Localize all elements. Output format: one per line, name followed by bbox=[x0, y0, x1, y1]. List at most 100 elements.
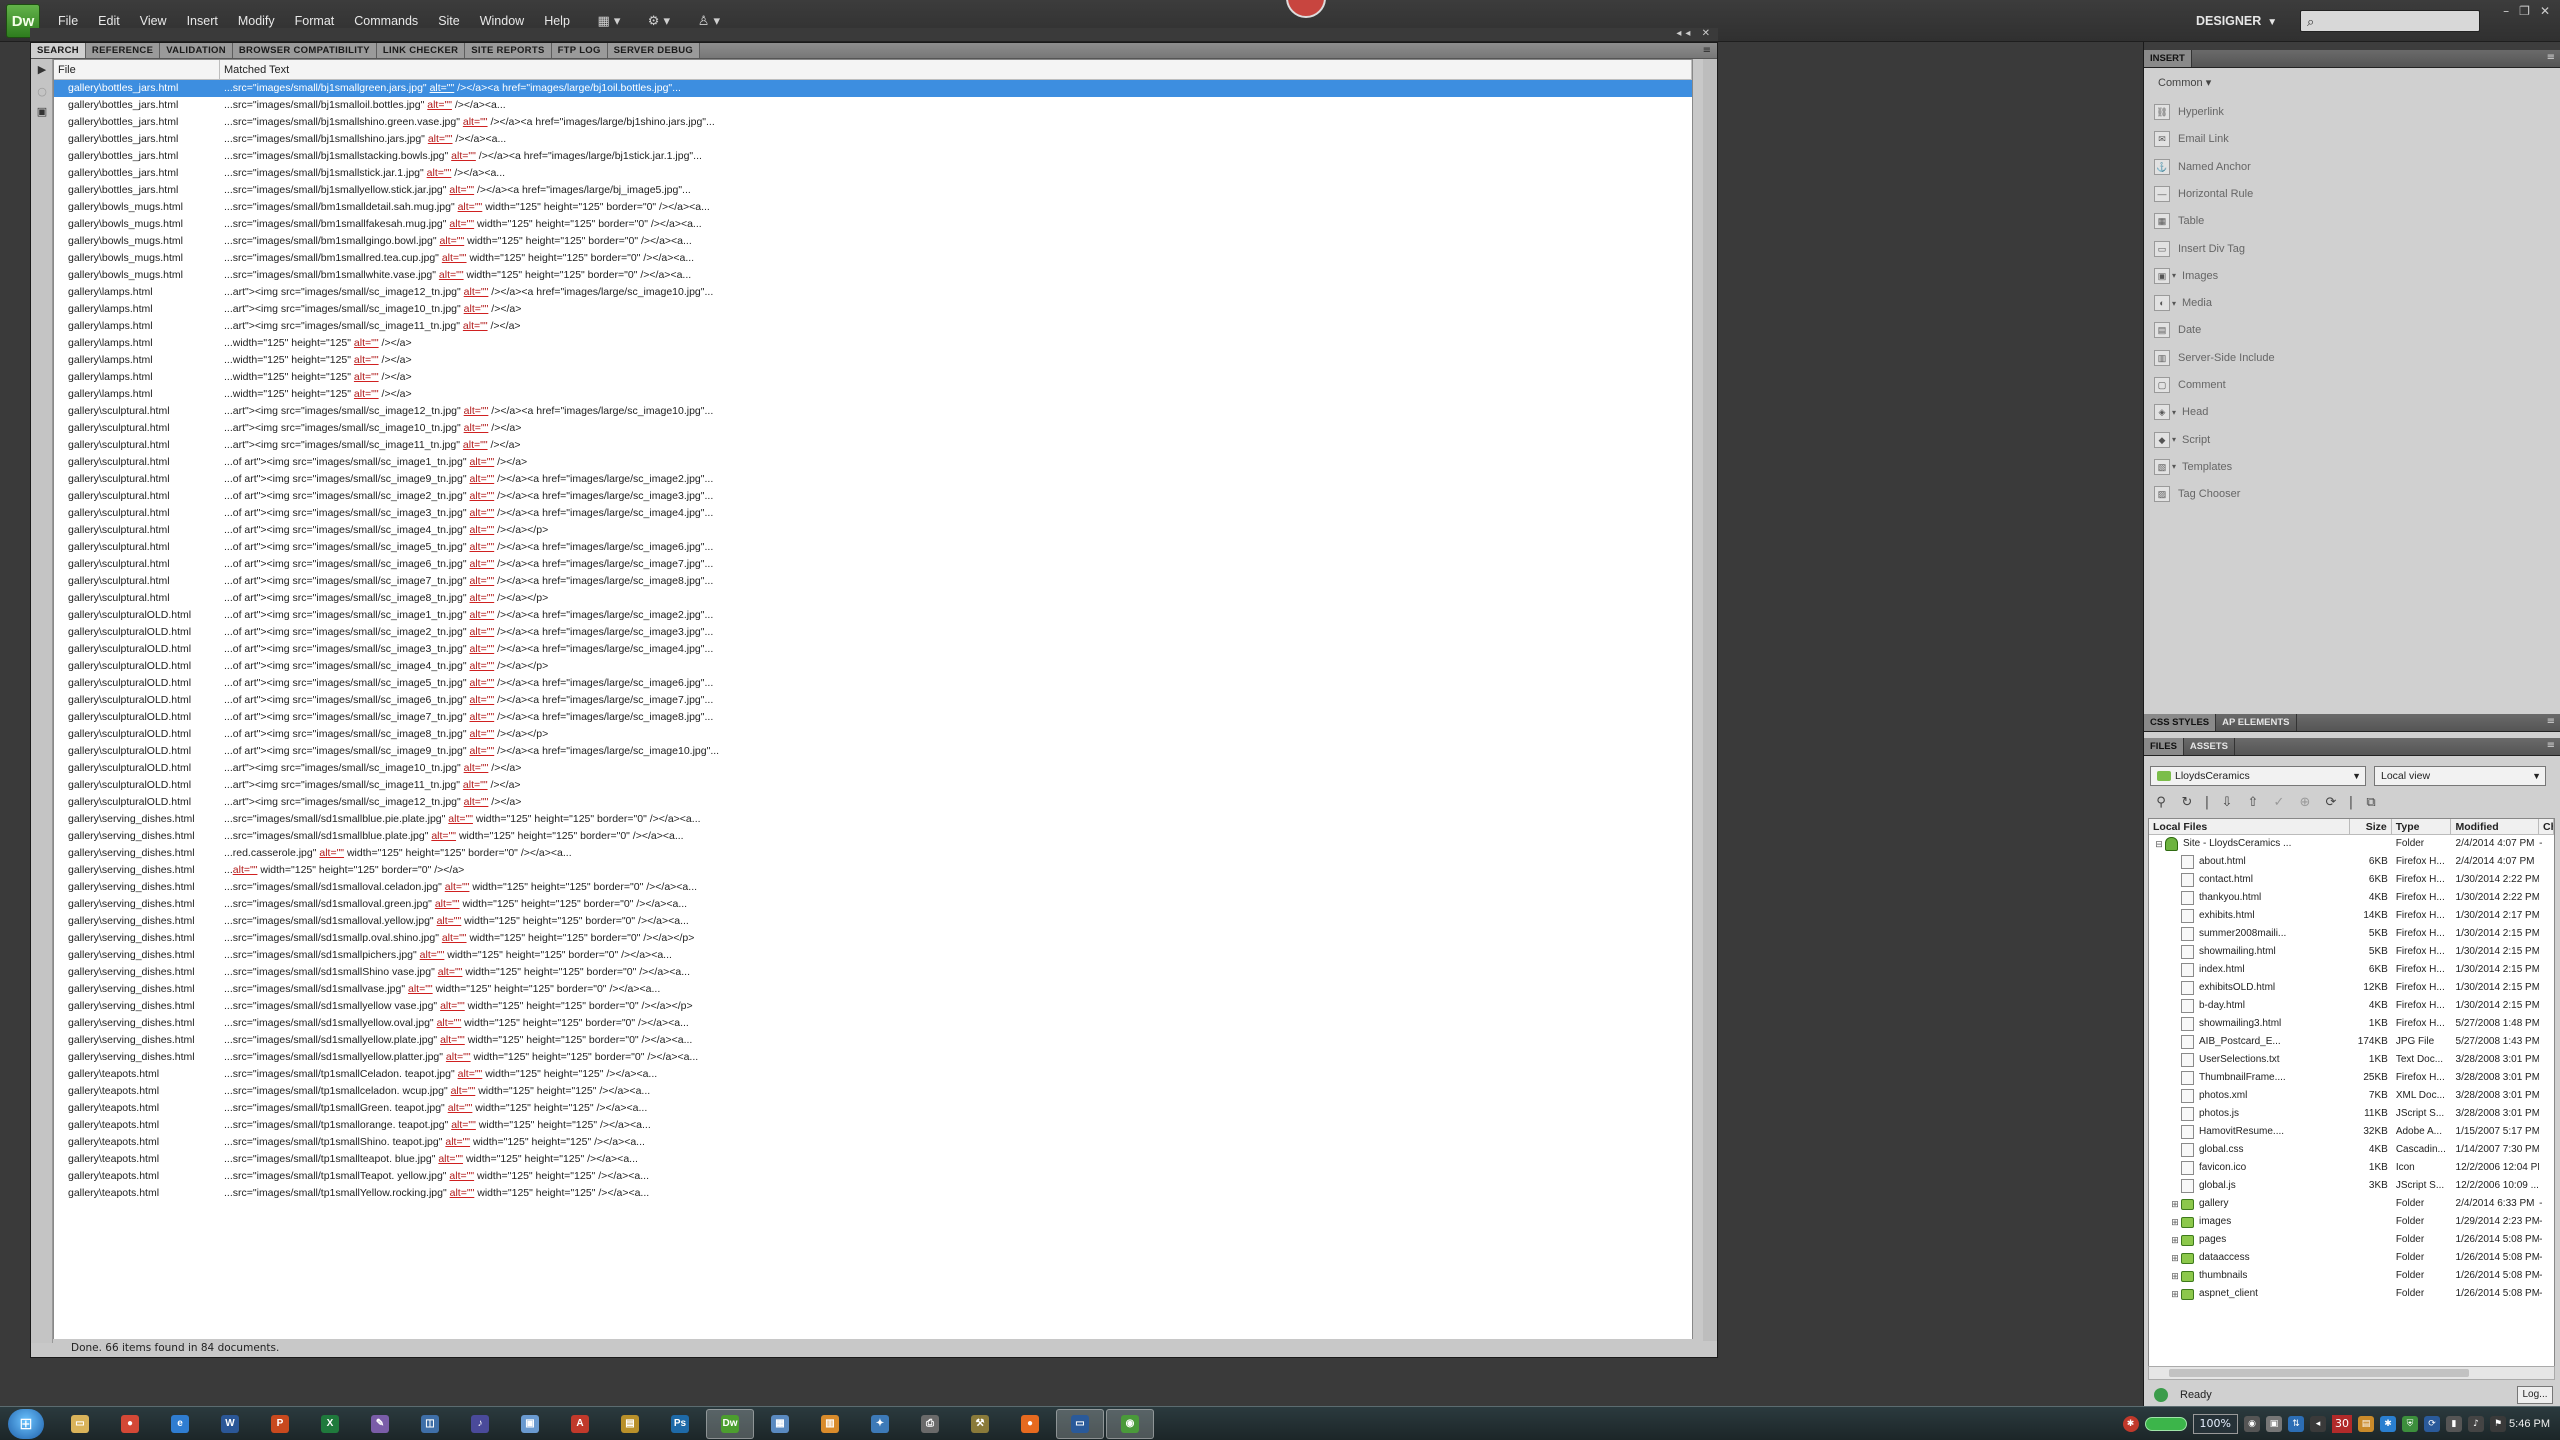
search-result-row[interactable]: gallery\sculpturalOLD.html ...of art"><im… bbox=[54, 726, 1692, 743]
search-result-row[interactable]: gallery\sculptural.html ...art"><img src=… bbox=[54, 403, 1692, 420]
insert-item-date[interactable]: ▤ Date bbox=[2154, 320, 2201, 340]
column-header-file[interactable]: File bbox=[54, 60, 220, 79]
search-result-row[interactable]: gallery\bottles_jars.html ...src="images/… bbox=[54, 80, 1692, 97]
search-result-row[interactable]: gallery\teapots.html ...src="images/small… bbox=[54, 1066, 1692, 1083]
restore-icon[interactable]: ❐ bbox=[2519, 4, 2530, 18]
search-result-row[interactable]: gallery\serving_dishes.html ...src="image… bbox=[54, 896, 1692, 913]
search-result-row[interactable]: gallery\lamps.html ...art"><img src="imag… bbox=[54, 284, 1692, 301]
search-result-row[interactable]: gallery\serving_dishes.html ...src="image… bbox=[54, 1049, 1692, 1066]
search-result-row[interactable]: gallery\bottles_jars.html ...src="images/… bbox=[54, 148, 1692, 165]
chevron-down-icon[interactable]: ▾ bbox=[2172, 299, 2176, 308]
search-result-row[interactable]: gallery\sculptural.html ...of art"><img s… bbox=[54, 556, 1692, 573]
site-root-row[interactable]: ⊟ Site - LloydsCeramics ... Folder 2/4/2014… bbox=[2149, 835, 2554, 853]
taskbar-clock[interactable]: 5:46 PM bbox=[2506, 1407, 2550, 1440]
panel-options-icon[interactable]: ≡ bbox=[1703, 45, 1711, 56]
search-result-row[interactable]: gallery\serving_dishes.html ...src="image… bbox=[54, 930, 1692, 947]
tray-signal-icon[interactable]: ▮ bbox=[2446, 1416, 2462, 1432]
insert-item-head[interactable]: ◈ ▾ Head bbox=[2154, 402, 2208, 422]
panel-collapse-icon[interactable]: ◂◂ ✕ bbox=[1676, 28, 1714, 39]
search-result-row[interactable]: gallery\sculptural.html ...of art"><img s… bbox=[54, 573, 1692, 590]
insert-item-hyperlink[interactable]: ⛓ Hyperlink bbox=[2154, 102, 2224, 122]
file-row[interactable]: about.html 6KB Firefox H... 2/4/2014 4:07 P… bbox=[2149, 853, 2554, 871]
taskbar-app-button[interactable]: ◉ bbox=[1106, 1409, 1154, 1439]
file-row[interactable]: HamovitResume.... 32KB Adobe A... 1/15/2007… bbox=[2149, 1123, 2554, 1141]
column-header-matched-text[interactable]: Matched Text bbox=[220, 60, 1692, 79]
search-result-row[interactable]: gallery\bowls_mugs.html ...src="images/sm… bbox=[54, 267, 1692, 284]
chevron-down-icon[interactable]: ▾ bbox=[2172, 271, 2176, 280]
search-result-row[interactable]: gallery\sculpturalOLD.html ...art"><img s… bbox=[54, 794, 1692, 811]
search-result-row[interactable]: gallery\serving_dishes.html ...src="image… bbox=[54, 1032, 1692, 1049]
search-result-row[interactable]: gallery\serving_dishes.html ...src="image… bbox=[54, 811, 1692, 828]
search-result-row[interactable]: gallery\serving_dishes.html ...src="image… bbox=[54, 828, 1692, 845]
insert-item-named-anchor[interactable]: ⚓ Named Anchor bbox=[2154, 157, 2251, 177]
search-result-row[interactable]: gallery\serving_dishes.html ...src="image… bbox=[54, 981, 1692, 998]
taskbar-app-button[interactable]: ✎ bbox=[356, 1409, 404, 1439]
search-result-row[interactable]: gallery\sculpturalOLD.html ...art"><img s… bbox=[54, 760, 1692, 777]
taskbar-app-button[interactable]: W bbox=[206, 1409, 254, 1439]
battery-meter-icon[interactable] bbox=[2144, 1417, 2187, 1431]
folder-row[interactable]: ⊞ pages Folder 1/26/2014 5:08 PM - bbox=[2149, 1231, 2554, 1249]
minimize-icon[interactable]: – bbox=[2503, 4, 2509, 18]
taskbar-app-button[interactable]: ▣ bbox=[506, 1409, 554, 1439]
tree-expander-icon[interactable]: ⊞ bbox=[2169, 1231, 2181, 1249]
put-files-icon[interactable]: ⇧ bbox=[2244, 794, 2262, 812]
tray-security-icon[interactable]: ⛨ bbox=[2402, 1416, 2418, 1432]
insert-item-media[interactable]: ◐ ▾ Media bbox=[2154, 293, 2212, 313]
search-result-row[interactable]: gallery\teapots.html ...src="images/small… bbox=[54, 1117, 1692, 1134]
file-row[interactable]: showmailing.html 5KB Firefox H... 1/30/2014… bbox=[2149, 943, 2554, 961]
file-row[interactable]: exhibitsOLD.html 12KB Firefox H... 1/30/201… bbox=[2149, 979, 2554, 997]
taskbar-app-button[interactable]: ▦ bbox=[756, 1409, 804, 1439]
column-header-local-files[interactable]: Local Files bbox=[2149, 819, 2350, 834]
file-row[interactable]: global.js 3KB JScript S... 12/2/2006 10:09 … bbox=[2149, 1177, 2554, 1195]
tab-insert[interactable]: INSERT bbox=[2144, 50, 2192, 67]
insert-item-comment[interactable]: ▢ Comment bbox=[2154, 375, 2226, 395]
tray-folder-icon[interactable]: ▤ bbox=[2358, 1416, 2374, 1432]
refresh-icon[interactable]: ↻ bbox=[2178, 794, 2196, 812]
file-row[interactable]: ThumbnailFrame.... 25KB Firefox H... 3/28/2… bbox=[2149, 1069, 2554, 1087]
tray-flag-icon[interactable]: ⚑ bbox=[2490, 1416, 2506, 1432]
file-row[interactable]: b-day.html 4KB Firefox H... 1/30/2014 2:15 … bbox=[2149, 997, 2554, 1015]
tree-expander-icon[interactable]: ⊞ bbox=[2169, 1285, 2181, 1303]
tray-volume-icon[interactable]: ♪ bbox=[2468, 1416, 2484, 1432]
taskbar-app-button[interactable]: ● bbox=[106, 1409, 154, 1439]
taskbar-app-button[interactable]: ▤ bbox=[606, 1409, 654, 1439]
chevron-down-icon[interactable]: ▾ bbox=[2172, 435, 2176, 444]
taskbar-app-button[interactable]: ⎙ bbox=[906, 1409, 954, 1439]
search-result-row[interactable]: gallery\sculpturalOLD.html ...art"><img s… bbox=[54, 777, 1692, 794]
taskbar-app-button[interactable]: ⚒ bbox=[956, 1409, 1004, 1439]
notification-count-badge[interactable]: 30 bbox=[2332, 1415, 2352, 1433]
search-result-row[interactable]: gallery\serving_dishes.html ...src="image… bbox=[54, 1015, 1692, 1032]
search-result-row[interactable]: gallery\lamps.html ...width="125" height=… bbox=[54, 335, 1692, 352]
search-result-row[interactable]: gallery\bowls_mugs.html ...src="images/sm… bbox=[54, 250, 1692, 267]
search-result-row[interactable]: gallery\sculptural.html ...art"><img src=… bbox=[54, 437, 1692, 454]
file-row[interactable]: AIB_Postcard_E... 174KB JPG File 5/27/2008 … bbox=[2149, 1033, 2554, 1051]
taskbar-app-button[interactable]: ◫ bbox=[406, 1409, 454, 1439]
tab-files[interactable]: FILES bbox=[2144, 738, 2184, 755]
search-result-row[interactable]: gallery\teapots.html ...src="images/small… bbox=[54, 1168, 1692, 1185]
search-result-row[interactable]: gallery\lamps.html ...width="125" height=… bbox=[54, 352, 1692, 369]
tab-ftp-log[interactable]: FTP LOG bbox=[551, 43, 608, 58]
search-result-row[interactable]: gallery\bowls_mugs.html ...src="images/sm… bbox=[54, 233, 1692, 250]
taskbar-app-button[interactable]: ♪ bbox=[456, 1409, 504, 1439]
insert-item-templates[interactable]: ▧ ▾ Templates bbox=[2154, 457, 2232, 477]
tab-reference[interactable]: REFERENCE bbox=[85, 43, 161, 58]
search-result-row[interactable]: gallery\serving_dishes.html ...src="image… bbox=[54, 998, 1692, 1015]
taskbar-app-button[interactable]: ▥ bbox=[806, 1409, 854, 1439]
play-icon[interactable]: ▶ bbox=[35, 63, 49, 77]
search-result-row[interactable]: gallery\bottles_jars.html ...src="images/… bbox=[54, 165, 1692, 182]
file-row[interactable]: favicon.ico 1KB Icon 12/2/2006 12:04 PM bbox=[2149, 1159, 2554, 1177]
site-select[interactable]: LloydsCeramics ▼ bbox=[2150, 766, 2366, 786]
column-header-size[interactable]: Size bbox=[2350, 819, 2392, 834]
tray-sync-icon[interactable]: ⟳ bbox=[2424, 1416, 2440, 1432]
search-result-row[interactable]: gallery\sculpturalOLD.html ...of art"><im… bbox=[54, 709, 1692, 726]
tray-network-icon[interactable]: ⇅ bbox=[2288, 1416, 2304, 1432]
search-result-row[interactable]: gallery\sculpturalOLD.html ...of art"><im… bbox=[54, 692, 1692, 709]
file-row[interactable]: photos.xml 7KB XML Doc... 3/28/2008 3:01 PM bbox=[2149, 1087, 2554, 1105]
search-result-row[interactable]: gallery\serving_dishes.html ...src="image… bbox=[54, 879, 1692, 896]
expand-panel-icon[interactable]: ⧉ bbox=[2362, 794, 2380, 812]
tree-expander-icon[interactable]: ⊞ bbox=[2169, 1195, 2181, 1213]
insert-item-server-side-include[interactable]: ▥ Server-Side Include bbox=[2154, 348, 2275, 368]
search-result-row[interactable]: gallery\teapots.html ...src="images/small… bbox=[54, 1151, 1692, 1168]
taskbar-app-button[interactable]: ▭ bbox=[56, 1409, 104, 1439]
taskbar-app-button[interactable]: Ps bbox=[656, 1409, 704, 1439]
